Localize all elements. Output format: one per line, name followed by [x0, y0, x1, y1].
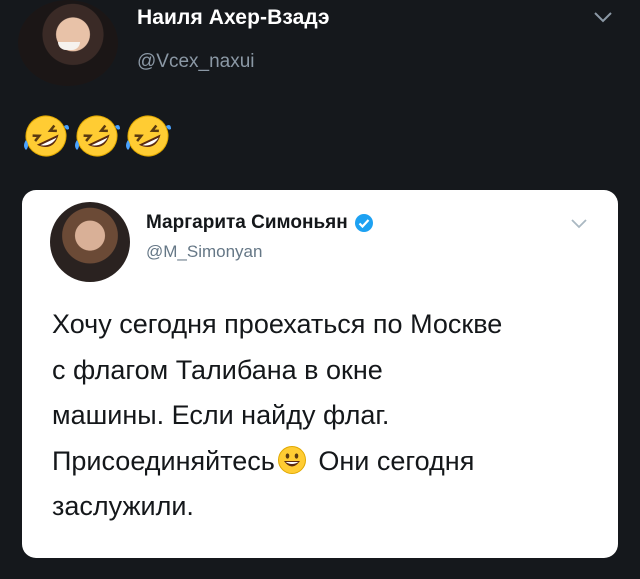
rolling-laughing-emoji-icon: [24, 115, 69, 157]
tweet-text-line: Присоединяйтесь: [52, 445, 275, 476]
author-name[interactable]: Наиля Ахер-Взадэ: [137, 6, 330, 30]
quoted-tweet-text: Хочу сегодня проехаться по Москве с флаг…: [52, 302, 592, 530]
quoted-author-name[interactable]: Маргарита Симоньян: [146, 212, 348, 234]
rolling-laughing-emoji-icon: [75, 115, 120, 157]
author-avatar[interactable]: [18, 0, 118, 86]
tweet-text-line: с флагом Талибана в окне: [52, 354, 383, 385]
chevron-down-icon[interactable]: [592, 10, 614, 24]
verified-badge-icon: [354, 214, 373, 232]
quoted-tweet-card[interactable]: Маргарита Симоньян @M_Simonyan Хочу сего…: [22, 190, 618, 558]
chevron-down-icon[interactable]: [570, 218, 588, 230]
tweet-text-line: заслужили.: [52, 491, 194, 521]
tweet-body-emoji: [22, 112, 172, 160]
avatar-smile-decoration: [58, 42, 80, 50]
tweet-text-line: Они сегодня: [310, 445, 475, 476]
quoted-author-handle[interactable]: @M_Simonyan: [146, 242, 262, 262]
quoted-author-name-row[interactable]: Маргарита Симоньян: [146, 212, 374, 234]
tweet-text-line: Хочу сегодня проехаться по Москве: [52, 309, 503, 339]
tweet-text-line: машины. Если найду флаг.: [52, 400, 390, 430]
rolling-laughing-emoji-icon: [126, 115, 171, 157]
quoted-author-avatar[interactable]: [50, 202, 130, 282]
grinning-face-emoji-icon: [277, 445, 306, 474]
author-handle[interactable]: @Vcex_naxui: [137, 51, 255, 73]
